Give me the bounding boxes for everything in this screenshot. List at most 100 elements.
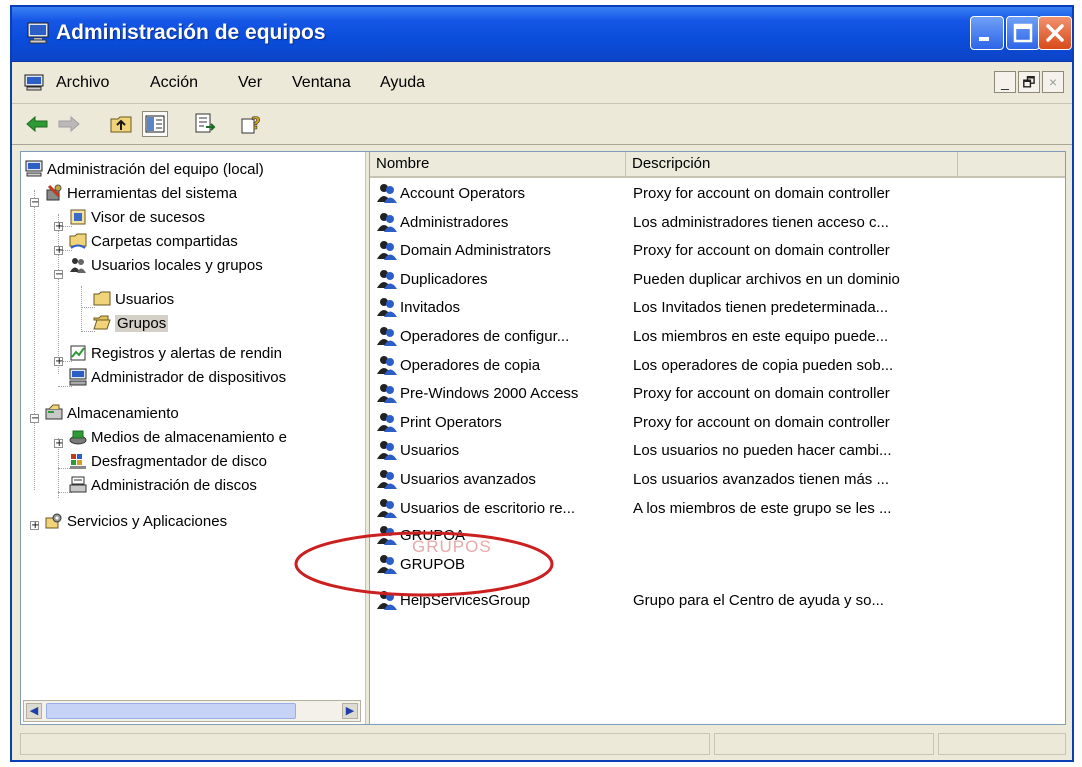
table-row[interactable]: Usuarios Los usuarios no pueden hacer cam…	[370, 437, 1065, 465]
collapse-usuarios-grupos-icon[interactable]: −	[54, 270, 63, 280]
expand-visor-icon[interactable]: +	[54, 222, 63, 232]
back-arrow-icon[interactable]	[24, 111, 50, 137]
scroll-right-icon[interactable]: ▶	[342, 703, 358, 719]
row-name-text: Domain Administrators	[400, 242, 551, 260]
expand-medios-icon[interactable]: +	[54, 439, 63, 449]
computer-management-icon	[26, 22, 50, 49]
table-row[interactable]: Invitados Los Invitados tienen predetermi…	[370, 294, 1065, 322]
close-button[interactable]	[1038, 16, 1072, 50]
row-name-text: Usuarios de escritorio re...	[400, 499, 576, 517]
title-bar[interactable]: Administración de equipos	[12, 7, 1072, 62]
forward-arrow-icon[interactable]	[56, 111, 82, 137]
mdi-window-icon[interactable]	[24, 74, 44, 97]
scroll-thumb[interactable]	[46, 703, 296, 719]
tree-connector	[34, 190, 35, 490]
tree-label: Herramientas del sistema	[67, 185, 238, 202]
column-header-descripcion[interactable]: Descripción	[626, 152, 958, 176]
export-list-icon[interactable]	[192, 111, 218, 137]
menu-archivo[interactable]: Archivo	[56, 74, 109, 92]
tree-label: Desfragmentador de disco	[91, 453, 267, 470]
tree-label: Usuarios locales y grupos	[91, 257, 263, 274]
maximize-button[interactable]	[1006, 16, 1040, 50]
column-header-nombre[interactable]: Nombre	[370, 152, 626, 176]
collapse-herramientas-icon[interactable]: −	[30, 198, 39, 208]
group-icon	[376, 411, 398, 433]
table-row[interactable]: Pre-Windows 2000 Access Proxy for account…	[370, 380, 1065, 408]
tree-node-usuarios-grupos[interactable]: Usuarios locales y grupos	[69, 254, 263, 278]
tree-node-registros[interactable]: Registros y alertas de rendin	[69, 342, 282, 366]
event-viewer-icon	[69, 208, 87, 226]
table-row[interactable]: Operadores de configur... Los miembros en…	[370, 323, 1065, 351]
tree-horizontal-scrollbar[interactable]: ◀ ▶	[23, 700, 361, 722]
mdi-close-button[interactable]: ×	[1042, 71, 1064, 93]
groups-list: Nombre Descripción Account Operators Prox…	[370, 152, 1065, 724]
mdi-restore-button[interactable]: 🗗	[1018, 71, 1040, 93]
services-icon	[45, 512, 63, 530]
row-description-cell: Los Invitados tienen predeterminada...	[633, 299, 889, 317]
tree-label: Administración del equipo (local)	[47, 161, 264, 178]
row-name-cell: Pre-Windows 2000 Access	[376, 380, 636, 408]
tree-node-dispositivos[interactable]: Administrador de dispositivos	[69, 366, 286, 390]
row-name-cell: Usuarios avanzados	[376, 466, 636, 494]
tree-node-root[interactable]: Administración del equipo (local)	[25, 158, 264, 182]
status-pane	[714, 733, 934, 755]
expand-servicios-icon[interactable]: +	[30, 521, 39, 531]
storage-icon	[45, 404, 63, 422]
tree-node-servicios[interactable]: Servicios y Aplicaciones	[45, 510, 227, 534]
group-icon	[376, 354, 398, 376]
row-name-cell: Usuarios de escritorio re...	[376, 495, 636, 523]
row-name-text: Print Operators	[400, 413, 502, 431]
row-description-cell: Los operadores de copia pueden sob...	[633, 356, 894, 374]
tree-node-grupos[interactable]: Grupos	[93, 312, 169, 336]
row-name-text: Operadores de copia	[400, 356, 541, 374]
group-icon	[376, 296, 398, 318]
table-row[interactable]: Account Operators Proxy for account on do…	[370, 180, 1065, 208]
tree-connector	[58, 214, 59, 374]
table-row[interactable]: Print Operators Proxy for account on doma…	[370, 409, 1065, 437]
row-description-cell: Los miembros en este equipo puede...	[633, 328, 889, 345]
tree-node-almacenamiento[interactable]: Almacenamiento	[45, 402, 179, 426]
folder-icon	[93, 290, 111, 308]
table-row[interactable]: Domain Administrators Proxy for account o…	[370, 237, 1065, 265]
row-description-cell: Pueden duplicar archivos en un dominio	[633, 270, 900, 288]
table-row[interactable]: Administradores Los administradores tiene…	[370, 209, 1065, 237]
scroll-left-icon[interactable]: ◀	[26, 703, 42, 719]
performance-logs-icon	[69, 344, 87, 362]
defrag-icon	[69, 452, 87, 470]
toolbar: ?	[12, 104, 1072, 145]
row-name-cell: Print Operators	[376, 409, 636, 437]
tree-node-desfragmentador[interactable]: Desfragmentador de disco	[69, 450, 267, 474]
tree-node-herramientas[interactable]: Herramientas del sistema	[45, 182, 237, 206]
expand-carpetas-icon[interactable]: +	[54, 246, 63, 256]
row-description-cell: Los usuarios avanzados tienen más ...	[633, 471, 889, 488]
tree-node-visor[interactable]: Visor de sucesos	[69, 206, 205, 230]
expand-registros-icon[interactable]: +	[54, 357, 63, 367]
collapse-almacenamiento-icon[interactable]: −	[30, 414, 39, 424]
tree-node-medios[interactable]: Medios de almacenamiento e	[69, 426, 287, 450]
tools-icon	[45, 184, 63, 202]
menu-ver[interactable]: Ver	[238, 74, 262, 92]
menu-ventana[interactable]: Ventana	[292, 74, 351, 92]
row-description-cell: Proxy for account on domain controller	[633, 413, 890, 431]
mdi-minimize-button[interactable]: _	[994, 71, 1016, 93]
row-name-cell: Operadores de copia	[376, 352, 636, 380]
show-hide-tree-icon[interactable]	[142, 111, 168, 137]
table-row[interactable]: Duplicadores Pueden duplicar archivos en …	[370, 266, 1065, 294]
help-icon[interactable]: ?	[240, 111, 266, 137]
tree-node-carpetas[interactable]: Carpetas compartidas	[69, 230, 238, 254]
menu-ayuda[interactable]: Ayuda	[380, 74, 425, 92]
menu-accion[interactable]: Acción	[150, 74, 198, 92]
table-row[interactable]: Usuarios avanzados Los usuarios avanzados…	[370, 466, 1065, 494]
tree-connector	[81, 286, 82, 332]
group-icon	[376, 497, 398, 519]
up-folder-icon[interactable]	[108, 111, 134, 137]
tree-label: Almacenamiento	[67, 405, 179, 422]
table-row[interactable]: Operadores de copia Los operadores de cop…	[370, 352, 1065, 380]
tree-node-usuarios[interactable]: Usuarios	[93, 288, 174, 312]
tree-label: Grupos	[115, 315, 169, 332]
minimize-button[interactable]	[970, 16, 1004, 50]
tree-node-discos[interactable]: Administración de discos	[69, 474, 257, 498]
tree-label: Visor de sucesos	[91, 209, 205, 226]
table-row[interactable]: Usuarios de escritorio re... A los miembr…	[370, 495, 1065, 523]
mdi-controls: _ 🗗 ×	[994, 71, 1064, 93]
